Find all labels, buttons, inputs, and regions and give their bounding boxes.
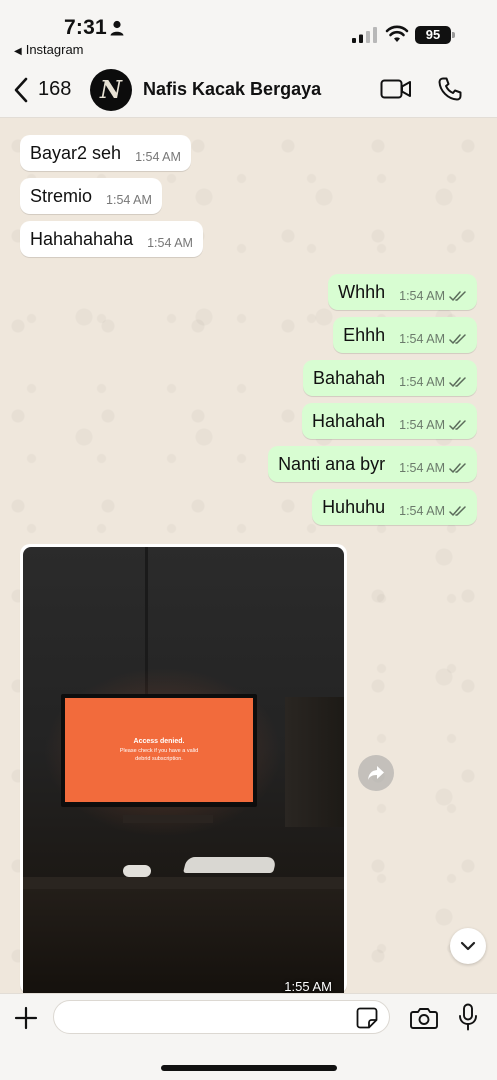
message-text: Hahahahaha <box>30 228 134 249</box>
tv-error-line: Please check if you have a valid <box>119 748 199 754</box>
double-check-icon <box>449 291 466 301</box>
outgoing-message[interactable]: Bahahah 1:54 AM <box>303 360 477 396</box>
microphone-icon[interactable] <box>458 1003 478 1031</box>
back-chevron-icon[interactable] <box>12 77 30 103</box>
message-time: 1:54 AM <box>106 193 152 207</box>
photo-message[interactable]: Access denied. Please check if you have … <box>20 544 347 993</box>
status-time: 7:31 <box>64 16 107 39</box>
person-icon <box>110 20 124 36</box>
status-bar: 7:31 ◀ Instagram 95 <box>0 0 497 62</box>
phone-icon[interactable] <box>437 76 463 102</box>
message-text: Nanti ana byr <box>278 453 386 474</box>
back-to-app-link[interactable]: ◀ Instagram <box>14 42 84 57</box>
unread-count[interactable]: 168 <box>38 78 71 101</box>
message-text: Huhuhu <box>322 496 386 517</box>
plus-icon[interactable] <box>14 1006 38 1030</box>
back-app-label: Instagram <box>25 42 84 57</box>
outgoing-message[interactable]: Huhuhu 1:54 AM <box>312 489 477 525</box>
outgoing-message[interactable]: Hahahah 1:54 AM <box>302 403 477 439</box>
chevron-down-icon <box>460 941 476 951</box>
incoming-message[interactable]: Bayar2 seh 1:54 AM <box>20 135 191 171</box>
message-composer <box>0 993 497 1080</box>
back-triangle-icon: ◀ <box>14 46 22 57</box>
message-time: 1:54 AM <box>135 150 181 164</box>
photo-table-body <box>23 889 344 993</box>
message-text: Stremio <box>30 185 93 206</box>
battery-indicator: 95 <box>415 26 455 44</box>
tv-error-line: debrid subscription. <box>135 756 183 762</box>
avatar[interactable]: N <box>90 69 132 111</box>
chat-header: 168 N Nafis Kacak Bergaya <box>0 62 497 118</box>
photo-time: 1:55 AM <box>284 979 332 993</box>
forward-icon <box>368 766 384 780</box>
message-time: 1:54 AM <box>399 461 445 475</box>
forward-button[interactable] <box>358 755 394 791</box>
double-check-icon <box>449 377 466 387</box>
message-time: 1:54 AM <box>399 504 445 518</box>
photo-table-top <box>23 877 344 889</box>
wifi-icon <box>385 25 409 42</box>
message-time: 1:54 AM <box>399 289 445 303</box>
incoming-message[interactable]: Stremio 1:54 AM <box>20 178 162 214</box>
message-time: 1:54 AM <box>399 418 445 432</box>
photo-shelf <box>285 697 344 827</box>
camera-icon[interactable] <box>410 1006 438 1030</box>
message-time: 1:54 AM <box>399 375 445 389</box>
message-text: Hahahah <box>312 410 386 431</box>
signal-icon <box>352 27 377 43</box>
home-indicator <box>161 1065 337 1071</box>
double-check-icon <box>449 506 466 516</box>
photo-controller <box>123 865 151 877</box>
message-time: 1:54 AM <box>399 332 445 346</box>
message-text: Whhh <box>338 281 386 302</box>
outgoing-message[interactable]: Ehhh 1:54 AM <box>333 317 477 353</box>
tv-error-title: Access denied. <box>133 738 185 745</box>
contact-name[interactable]: Nafis Kacak Bergaya <box>143 79 321 100</box>
photo-tv-screen: Access denied. Please check if you have … <box>65 698 253 802</box>
message-text: Ehhh <box>343 324 386 345</box>
photo-thumbnail[interactable]: Access denied. Please check if you have … <box>23 547 344 993</box>
outgoing-message[interactable]: Whhh 1:54 AM <box>328 274 477 310</box>
double-check-icon <box>449 420 466 430</box>
scroll-to-bottom-button[interactable] <box>450 928 486 964</box>
message-text: Bayar2 seh <box>30 142 122 163</box>
message-input[interactable] <box>53 1000 390 1034</box>
sticker-icon[interactable] <box>356 1007 378 1029</box>
incoming-message[interactable]: Hahahahaha 1:54 AM <box>20 221 203 257</box>
message-time: 1:54 AM <box>147 236 193 250</box>
double-check-icon <box>449 334 466 344</box>
photo-console <box>183 857 277 873</box>
double-check-icon <box>449 463 466 473</box>
video-call-icon[interactable] <box>380 78 412 100</box>
message-text: Bahahah <box>313 367 386 388</box>
photo-tv-stand <box>123 815 213 823</box>
outgoing-message[interactable]: Nanti ana byr 1:54 AM <box>268 446 477 482</box>
chat-area[interactable]: Bayar2 seh 1:54 AM Stremio 1:54 AM Hahah… <box>0 119 497 993</box>
